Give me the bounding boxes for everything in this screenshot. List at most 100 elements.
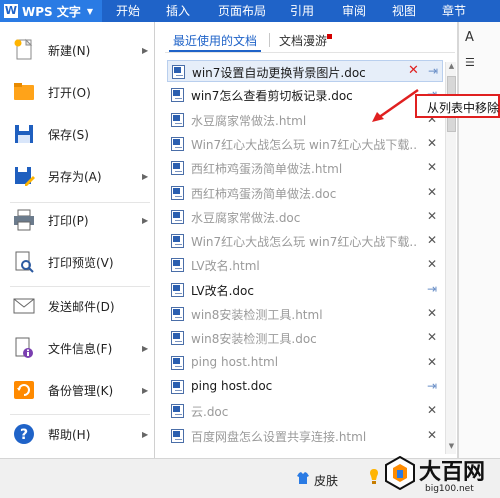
- menu-item-new[interactable]: 新建(N) ▶: [0, 30, 155, 70]
- recent-document-name: LV改名.html: [191, 259, 260, 274]
- remove-from-list-icon[interactable]: ✕: [408, 63, 419, 78]
- ribbon-tab-home[interactable]: 开始: [116, 0, 140, 22]
- scroll-up-arrow-icon[interactable]: ▲: [446, 62, 457, 74]
- recent-document-name: ping host.html: [191, 354, 279, 369]
- new-document-icon: [14, 38, 33, 60]
- skin-shirt-icon[interactable]: [296, 471, 310, 485]
- ribbon-tab-chapter[interactable]: 章节: [442, 0, 466, 22]
- remove-from-list-icon[interactable]: ✕: [425, 136, 439, 150]
- chevron-down-icon: ▼: [86, 6, 94, 16]
- recent-document-row[interactable]: LV改名.doc ⇥: [167, 279, 443, 301]
- menu-item-print-preview[interactable]: 打印预览(V): [0, 242, 155, 282]
- tab-recent-documents[interactable]: 最近使用的文档: [173, 32, 257, 49]
- recent-document-row[interactable]: LV改名.html ✕: [167, 254, 443, 276]
- menu-item-print[interactable]: 打印(P) ▶: [0, 200, 155, 240]
- recent-document-name: Win7红心大战怎么玩 win7红心大战下载...: [191, 137, 416, 152]
- backup-icon: [14, 381, 34, 399]
- list-format-icon[interactable]: ☰: [465, 56, 475, 69]
- remove-from-list-icon[interactable]: ✕: [425, 306, 439, 320]
- remove-from-list-icon[interactable]: ✕: [425, 233, 439, 247]
- recent-document-name: 云.doc: [191, 405, 229, 420]
- recent-document-name: 百度网盘怎么设置共享连接.html: [191, 429, 367, 444]
- ribbon-tab-insert[interactable]: 插入: [166, 0, 190, 22]
- word-document-icon: [171, 88, 184, 103]
- submenu-arrow-icon: ▶: [142, 429, 149, 439]
- ribbon-tab-view[interactable]: 视图: [392, 0, 416, 22]
- pin-icon[interactable]: ⇥: [425, 379, 439, 393]
- watermark-logo-icon: [385, 456, 415, 490]
- submenu-arrow-icon: ▶: [142, 385, 149, 395]
- ribbon-tab-page-layout[interactable]: 页面布局: [218, 0, 266, 22]
- bulb-icon[interactable]: [368, 468, 380, 488]
- printer-icon: [14, 209, 34, 231]
- menu-item-save-as[interactable]: 另存为(A) ▶: [0, 156, 155, 196]
- remove-from-list-icon[interactable]: ✕: [425, 355, 439, 369]
- wps-app-menu-button[interactable]: W WPS 文字 ▼: [0, 0, 102, 22]
- recent-document-name: win8安装检测工具.html: [191, 308, 323, 322]
- menu-item-label: 打印(P): [48, 213, 89, 228]
- word-document-icon: [171, 379, 184, 394]
- remove-from-list-icon[interactable]: ✕: [425, 330, 439, 344]
- pin-icon[interactable]: ⇥: [425, 282, 439, 296]
- remove-from-list-icon[interactable]: ✕: [425, 403, 439, 417]
- menu-item-label: 保存(S): [48, 127, 89, 142]
- menu-item-label: 另存为(A): [48, 169, 102, 184]
- recent-document-name: ping host.doc: [191, 378, 273, 393]
- mail-icon: [13, 298, 35, 314]
- menu-item-file-info[interactable]: 文件信息(F) ▶: [0, 328, 155, 368]
- menu-item-open[interactable]: 打开(O): [0, 72, 155, 112]
- pin-icon[interactable]: ⇥: [426, 64, 440, 78]
- skin-button[interactable]: 皮肤: [314, 472, 338, 489]
- menu-item-backup[interactable]: 备份管理(K) ▶: [0, 370, 155, 410]
- recent-document-row[interactable]: win8安装检测工具.doc ✕: [167, 327, 443, 349]
- word-document-icon: [171, 404, 184, 419]
- word-document-icon: [171, 307, 184, 321]
- menu-item-label: 新建(N): [48, 43, 91, 58]
- word-document-icon: [171, 282, 184, 297]
- scrollbar[interactable]: ▲ ▼: [445, 62, 456, 454]
- help-icon: ?: [14, 424, 34, 444]
- recent-document-row[interactable]: 西红柿鸡蛋汤简单做法.doc ✕: [167, 182, 443, 204]
- wps-logo-icon: W: [4, 4, 18, 18]
- scroll-down-arrow-icon[interactable]: ▼: [446, 442, 457, 454]
- site-watermark: 大百网 big100.net: [385, 454, 500, 498]
- recent-document-row[interactable]: 水豆腐家常做法.doc ✕: [167, 206, 443, 228]
- ribbon-tab-references[interactable]: 引用: [290, 0, 314, 22]
- remove-from-list-icon[interactable]: ✕: [425, 428, 439, 442]
- recent-document-row[interactable]: 西红柿鸡蛋汤简单做法.html ✕: [167, 157, 443, 179]
- menu-item-save[interactable]: 保存(S): [0, 114, 155, 154]
- save-as-icon: [15, 167, 35, 186]
- recent-document-row[interactable]: 百度网盘怎么设置共享连接.html ✕: [167, 425, 443, 447]
- font-size-grow-icon[interactable]: A: [465, 30, 474, 45]
- new-badge-dot: [327, 34, 332, 39]
- menu-item-label: 文件信息(F): [48, 341, 113, 356]
- recent-document-row[interactable]: win8安装检测工具.html ✕: [167, 303, 443, 325]
- recent-document-row[interactable]: Win7红心大战怎么玩 win7红心大战下载... ✕: [167, 133, 443, 155]
- menu-item-send-mail[interactable]: 发送邮件(D): [0, 286, 155, 326]
- recent-document-row[interactable]: 云.doc ✕: [167, 400, 443, 422]
- remove-from-list-icon[interactable]: ✕: [425, 257, 439, 271]
- recent-document-row[interactable]: ping host.doc ⇥: [167, 376, 443, 398]
- remove-from-list-icon[interactable]: ✕: [425, 209, 439, 223]
- menu-item-help[interactable]: ? 帮助(H) ▶: [0, 414, 155, 454]
- recent-document-name: win8安装检测工具.doc: [191, 332, 317, 347]
- word-document-icon: [171, 161, 184, 176]
- recent-document-name: 水豆腐家常做法.html: [191, 113, 307, 128]
- menu-item-label: 帮助(H): [48, 427, 91, 442]
- word-document-icon: [171, 355, 184, 370]
- recent-document-row[interactable]: win7设置自动更换背景图片.doc ✕ ⇥: [167, 60, 443, 82]
- app-title: WPS 文字: [22, 4, 81, 19]
- svg-text:?: ?: [20, 427, 28, 443]
- remove-from-list-icon[interactable]: ✕: [425, 185, 439, 199]
- recent-document-name: 水豆腐家常做法.doc: [191, 210, 301, 225]
- recent-document-row[interactable]: ping host.html ✕: [167, 352, 443, 374]
- word-document-icon: [171, 234, 184, 249]
- recent-document-name: win7设置自动更换背景图片.doc: [192, 66, 366, 80]
- ribbon-tab-review[interactable]: 审阅: [342, 0, 366, 22]
- submenu-arrow-icon: ▶: [142, 45, 149, 55]
- recent-document-row[interactable]: Win7红心大战怎么玩 win7红心大战下载... ✕: [167, 230, 443, 252]
- tab-document-roaming[interactable]: 文档漫游: [279, 32, 327, 49]
- recent-document-name: LV改名.doc: [191, 283, 254, 298]
- word-document-icon: [171, 258, 184, 273]
- remove-from-list-icon[interactable]: ✕: [425, 160, 439, 174]
